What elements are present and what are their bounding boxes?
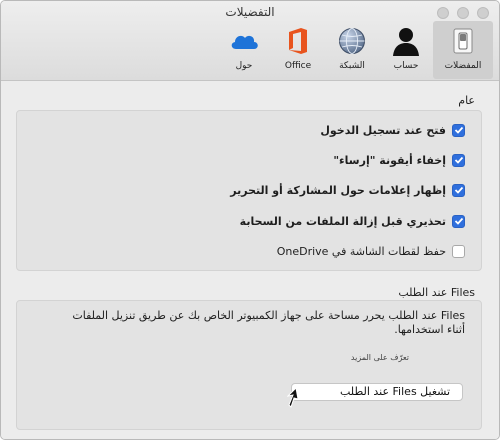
- checkmark-icon: [454, 217, 463, 225]
- onedrive-cloud-icon: [228, 25, 260, 57]
- checkbox[interactable]: [452, 123, 465, 137]
- general-group: فتح عند تسجيل الدخول إخفاء أيقونة "إرساء…: [16, 110, 482, 271]
- files-on-demand-section-title: Files عند الطلب: [398, 286, 475, 299]
- title-bar: التفضيلات المفضلات حساب الشبكة Office حو…: [1, 1, 499, 81]
- tab-label: الشبكة: [339, 61, 365, 71]
- tab-about[interactable]: حول: [217, 21, 271, 79]
- option-save-screenshots[interactable]: حفظ لقطات الشاشة في OneDrive: [277, 242, 465, 260]
- checkbox[interactable]: [452, 153, 465, 167]
- window-title: التفضيلات: [225, 5, 275, 19]
- option-warn-before-removing[interactable]: تحذيري قبل إزالة الملفات من السحابة: [240, 212, 465, 230]
- window-controls: [437, 7, 489, 19]
- files-on-demand-group: Files عند الطلب يحرر مساحة على جهاز الكم…: [16, 300, 482, 430]
- files-on-demand-description: Files عند الطلب يحرر مساحة على جهاز الكم…: [72, 309, 465, 322]
- checkmark-icon: [454, 186, 463, 194]
- option-label: تحذيري قبل إزالة الملفات من السحابة: [239, 214, 446, 228]
- close-button[interactable]: [477, 7, 489, 19]
- switch-icon: [447, 25, 479, 57]
- option-label: إظهار إعلامات حول المشاركة أو التحرير: [230, 183, 446, 197]
- preferences-toolbar: المفضلات حساب الشبكة Office حول: [217, 21, 493, 79]
- general-section-title: عام: [458, 94, 475, 107]
- learn-more-link[interactable]: تعرّف على المزيد: [351, 353, 409, 362]
- tab-label: المفضلات: [444, 61, 482, 71]
- tab-preferences[interactable]: المفضلات: [433, 21, 493, 79]
- office-icon: [282, 25, 314, 57]
- tab-office[interactable]: Office: [271, 21, 325, 79]
- person-icon: [390, 25, 422, 57]
- option-label: إخفاء أيقونة "إرساء": [333, 153, 446, 167]
- preferences-window: التفضيلات المفضلات حساب الشبكة Office حو…: [0, 0, 500, 440]
- checkbox[interactable]: [452, 244, 465, 258]
- tab-account[interactable]: حساب: [379, 21, 433, 79]
- mouse-cursor-icon: [287, 387, 299, 408]
- tab-network[interactable]: الشبكة: [325, 21, 379, 79]
- preferences-content: عام فتح عند تسجيل الدخول إخفاء أيقونة "إ…: [1, 82, 499, 439]
- checkbox[interactable]: [452, 183, 465, 197]
- checkmark-icon: [454, 156, 463, 164]
- checkbox[interactable]: [452, 214, 465, 228]
- option-label: فتح عند تسجيل الدخول: [320, 123, 446, 137]
- option-label: حفظ لقطات الشاشة في OneDrive: [276, 244, 446, 258]
- option-open-at-login[interactable]: فتح عند تسجيل الدخول: [320, 121, 465, 139]
- turn-on-files-on-demand-button[interactable]: تشغيل Files عند الطلب: [291, 383, 463, 401]
- tab-label: Office: [284, 61, 312, 71]
- files-on-demand-description-line2: أثناء استخدامها.: [394, 323, 465, 336]
- zoom-button[interactable]: [437, 7, 449, 19]
- option-hide-dock-icon[interactable]: إخفاء أيقونة "إرساء": [333, 151, 465, 169]
- globe-icon: [336, 25, 368, 57]
- minimize-button[interactable]: [457, 7, 469, 19]
- tab-label: حول: [235, 61, 253, 71]
- checkmark-icon: [454, 126, 463, 134]
- option-sharing-notifications[interactable]: إظهار إعلامات حول المشاركة أو التحرير: [230, 181, 465, 199]
- tab-label: حساب: [393, 61, 419, 71]
